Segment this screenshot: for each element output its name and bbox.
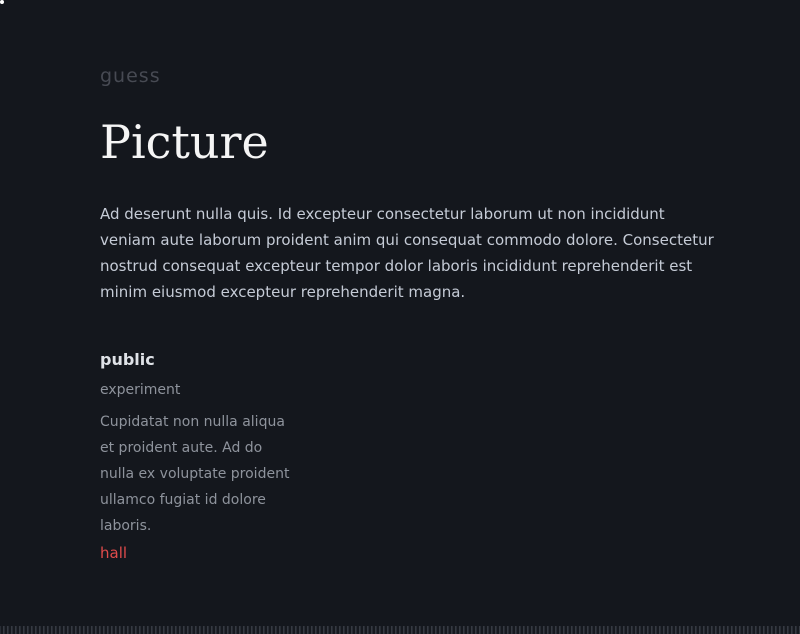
info-card: public experiment Cupidatat non nulla al… (100, 349, 300, 565)
eyebrow-label: guess (100, 65, 161, 87)
card-title: public (100, 350, 155, 369)
card-link[interactable]: hall (100, 541, 127, 565)
card-subtitle: experiment (100, 382, 181, 398)
bottom-noise-strip (0, 626, 800, 634)
main-content: guess Picture Ad deserunt nulla quis. Id… (100, 62, 720, 565)
page-title: Picture (100, 115, 269, 169)
lead-paragraph: Ad deserunt nulla quis. Id excepteur con… (100, 205, 714, 301)
card-body: Cupidatat non nulla aliqua et proident a… (100, 414, 290, 534)
corner-dot (0, 0, 4, 4)
